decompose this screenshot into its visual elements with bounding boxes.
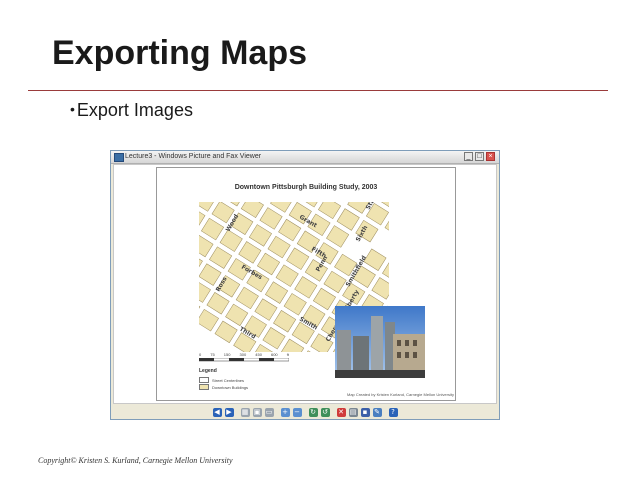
copyright-footer: Copyright© Kristen S. Kurland, Carnegie … <box>38 456 233 465</box>
actual-size-icon[interactable]: ▣ <box>252 407 262 417</box>
bullet-item: • Export Images <box>70 100 193 121</box>
scale-label: 300 <box>239 352 247 357</box>
skyline-photo <box>335 306 425 378</box>
print-icon[interactable]: ▤ <box>348 407 358 417</box>
zoom-in-icon[interactable]: + <box>280 407 290 417</box>
open-editor-icon[interactable]: ✎ <box>372 407 382 417</box>
minimize-button[interactable]: _ <box>464 152 473 161</box>
scale-label: 150 <box>223 352 231 357</box>
legend-title: Legend <box>199 368 217 374</box>
window-titlebar[interactable]: Lecture3 - Windows Picture and Fax Viewe… <box>111 151 499 164</box>
legend-item: Downtown Buildings <box>199 384 248 390</box>
downtown-photo <box>335 306 425 378</box>
delete-icon[interactable]: ✕ <box>336 407 346 417</box>
slide-title: Exporting Maps <box>52 34 308 72</box>
picture-viewer-window: Lecture3 - Windows Picture and Fax Viewe… <box>110 150 500 420</box>
legend-item: Street Centerlines <box>199 377 244 383</box>
legend-label: Street Centerlines <box>212 377 245 383</box>
picture-viewer-icon <box>114 153 124 162</box>
best-fit-icon[interactable]: ▦ <box>240 407 250 417</box>
save-icon[interactable]: ▪ <box>360 407 370 417</box>
legend-label: Downtown Buildings <box>212 384 249 390</box>
image-viewport[interactable]: Downtown Pittsburgh Building Study, 2003… <box>113 164 497 404</box>
rotate-clockwise-icon[interactable]: ↻ <box>308 407 318 417</box>
zoom-out-icon[interactable]: − <box>292 407 302 417</box>
scale-label: 0 <box>199 352 202 357</box>
slideshow-icon[interactable]: ▭ <box>264 407 274 417</box>
maximize-button[interactable]: □ <box>475 152 484 161</box>
bullet-text: Export Images <box>76 100 193 120</box>
scale-label: 450 <box>255 352 262 357</box>
rotate-counterclockwise-icon[interactable]: ↺ <box>320 407 330 417</box>
close-button[interactable]: × <box>486 152 495 161</box>
previous-image-icon[interactable]: ◀ <box>212 407 222 417</box>
scale-label: 600 <box>270 352 278 357</box>
bullet-dot: • <box>70 101 75 117</box>
map-credit: Map Created by Kristen Kurland, Carnegie… <box>347 392 454 397</box>
legend-swatch-streets <box>199 377 209 383</box>
scale-unit: ft <box>286 352 289 357</box>
window-title: Lecture3 - Windows Picture and Fax Viewe… <box>125 153 262 160</box>
map-title: Downtown Pittsburgh Building Study, 2003 <box>234 184 378 191</box>
next-image-icon[interactable]: ▶ <box>224 407 234 417</box>
viewer-toolbar: ◀ ▶ ▦ ▣ ▭ + − ↻ ↺ ✕ ▤ ▪ ✎ ? <box>113 405 497 419</box>
help-icon[interactable]: ? <box>388 407 398 417</box>
scale-label: 75 <box>210 352 215 357</box>
legend-swatch-buildings <box>199 384 209 390</box>
title-divider <box>28 90 608 91</box>
scale-bar <box>199 358 289 362</box>
map-layout: Downtown Pittsburgh Building Study, 2003… <box>156 167 456 401</box>
scale-bar-labels: 0 75 150 300 450 600 ft <box>199 352 289 357</box>
